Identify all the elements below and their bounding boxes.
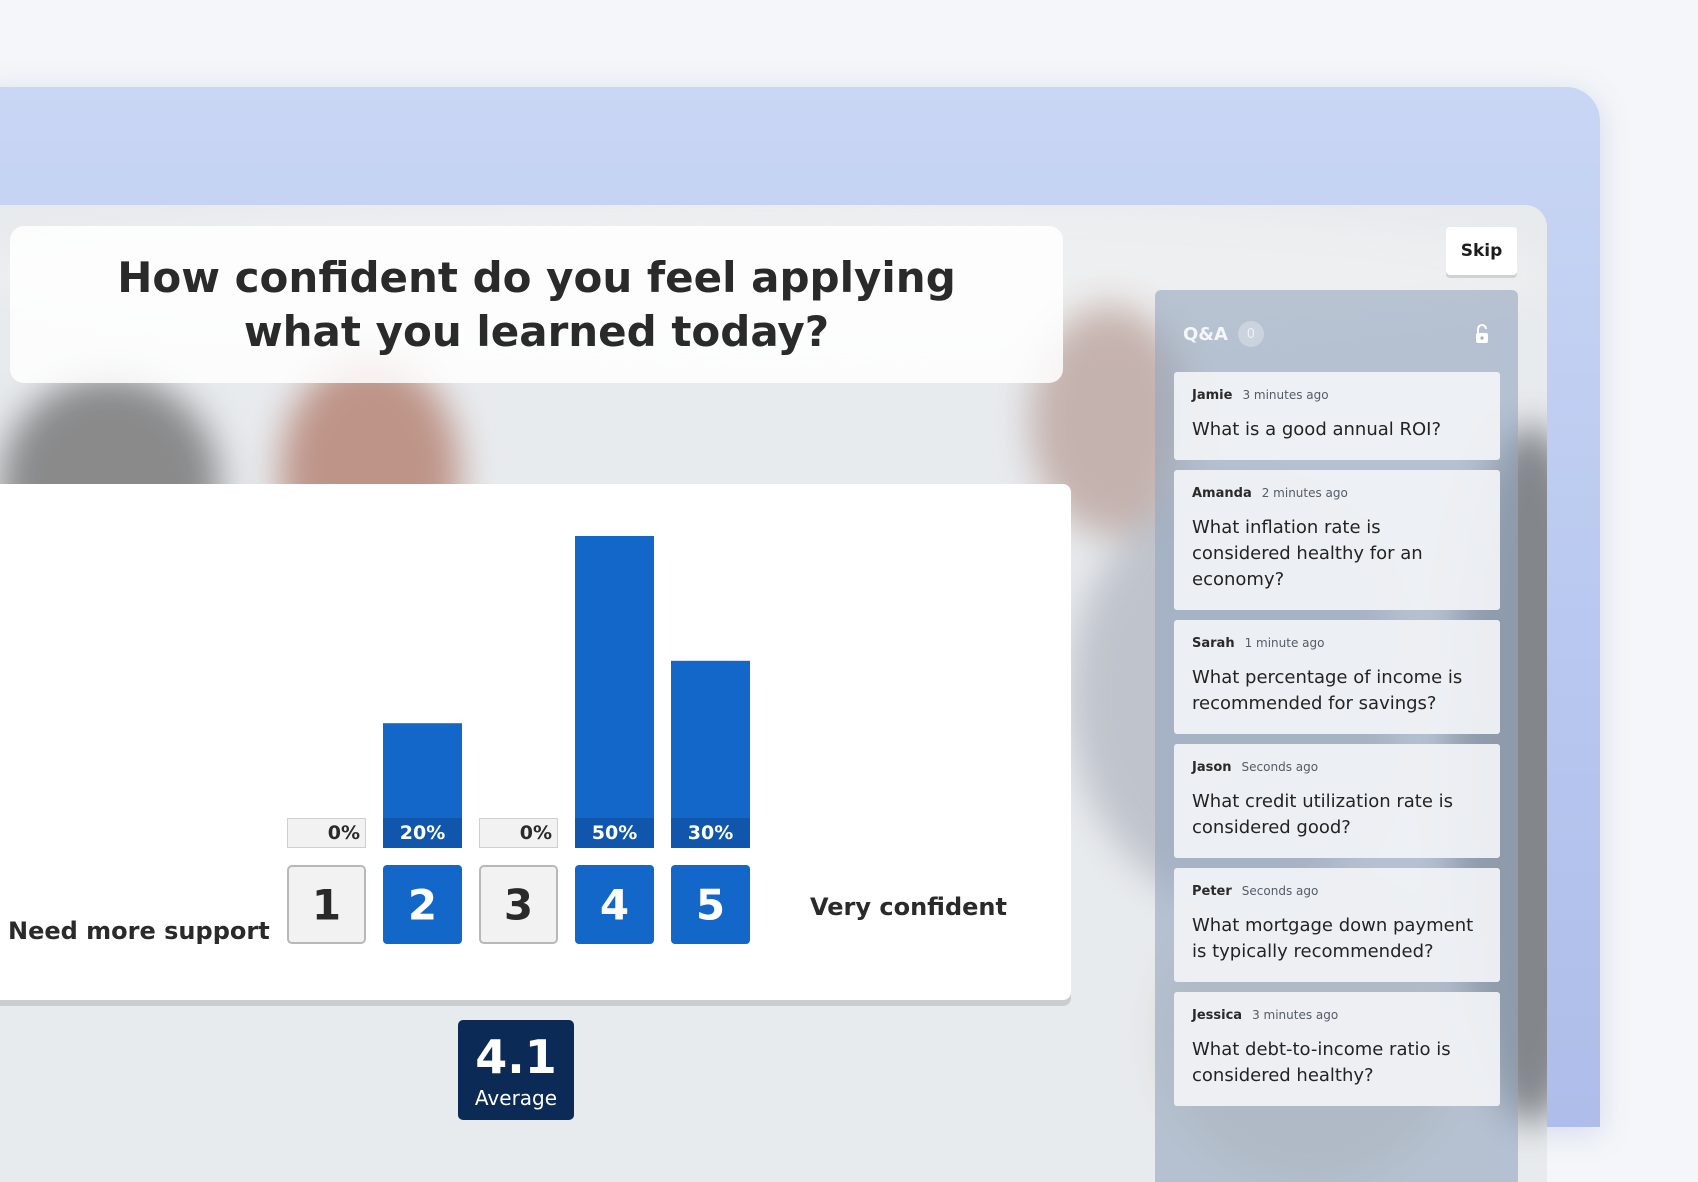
qa-item-time: 3 minutes ago — [1252, 1008, 1339, 1022]
bar-value-label-3: 0% — [520, 822, 552, 844]
qa-list: Jamie 3 minutes ago What is a good annual … — [1174, 372, 1500, 1116]
qa-title: Q&A — [1183, 323, 1228, 345]
qa-item-question: What mortgage down payment is typically … — [1192, 915, 1474, 962]
qa-item[interactable]: Jason Seconds ago What credit utilization … — [1174, 744, 1500, 858]
qa-item-question: What percentage of income is recommended… — [1192, 667, 1463, 714]
qa-item-time: Seconds ago — [1241, 760, 1319, 774]
qa-item-meta: Jason Seconds ago — [1192, 760, 1482, 775]
scale-low-label: Need more support — [8, 917, 270, 945]
qa-item-meta: Amanda 2 minutes ago — [1192, 486, 1482, 501]
qa-item-question: What is a good annual ROI? — [1192, 419, 1442, 440]
qa-item[interactable]: Sarah 1 minute ago What percentage of inco… — [1174, 620, 1500, 734]
bar-value-label-4: 50% — [592, 822, 637, 844]
qa-item-meta: Jessica 3 minutes ago — [1192, 1008, 1482, 1023]
qa-item-meta: Sarah 1 minute ago — [1192, 636, 1482, 651]
qa-item-question: What inflation rate is considered health… — [1192, 517, 1423, 590]
question-card: How confident do you feel applying what … — [10, 226, 1063, 383]
scale-option-label-1: 1 — [312, 881, 341, 930]
average-value: 4.1 — [475, 1030, 557, 1084]
qa-item[interactable]: Jamie 3 minutes ago What is a good annual … — [1174, 372, 1500, 460]
scale-option-label-4: 4 — [600, 881, 629, 930]
scale-option-label-2: 2 — [408, 881, 437, 930]
qa-item-time: 1 minute ago — [1244, 636, 1325, 650]
qa-item-time: Seconds ago — [1241, 884, 1319, 898]
qa-item-question: What debt-to-income ratio is considered … — [1192, 1039, 1451, 1086]
qa-item-author: Sarah — [1192, 636, 1235, 651]
bar-value-label-5: 30% — [688, 822, 733, 844]
average-label: Average — [474, 1086, 558, 1110]
skip-button[interactable]: Skip — [1446, 227, 1517, 275]
qa-item-time: 2 minutes ago — [1261, 486, 1348, 500]
qa-item-question: What credit utilization rate is consider… — [1192, 791, 1454, 838]
presentation-screen: How confident do you feel applying what … — [0, 205, 1547, 1182]
qa-item-author: Amanda — [1192, 486, 1252, 501]
qa-item-author: Jessica — [1192, 1008, 1243, 1023]
average-badge: 4.1 Average — [458, 1020, 574, 1120]
qa-item[interactable]: Jessica 3 minutes ago What debt-to-income … — [1174, 992, 1500, 1106]
qa-item[interactable]: Amanda 2 minutes ago What inflation rate i… — [1174, 470, 1500, 610]
question-title: How confident do you feel applying what … — [117, 252, 956, 356]
qa-item-meta: Peter Seconds ago — [1192, 884, 1482, 899]
qa-item[interactable]: Peter Seconds ago What mortgage down payme… — [1174, 868, 1500, 982]
scale-option-label-5: 5 — [696, 881, 725, 930]
bar-value-label-2: 20% — [400, 822, 445, 844]
qa-item-author: Jamie — [1192, 388, 1233, 403]
rating-chart-card: 0% 1 20% 2 0% 3 50% 4 30% 5 Need more support Ver… — [0, 484, 1071, 1000]
qa-item-meta: Jamie 3 minutes ago — [1192, 388, 1482, 403]
qa-item-time: 3 minutes ago — [1242, 388, 1329, 402]
qa-panel: Q&A 0 Jamie 3 minutes ago What is a good a… — [1155, 290, 1518, 1182]
scale-option-label-3: 3 — [504, 881, 533, 930]
device-frame: How confident do you feel applying what … — [0, 87, 1600, 1182]
unlocked-padlock-icon[interactable] — [1472, 323, 1492, 345]
bar-value-label-1: 0% — [328, 822, 360, 844]
qa-header: Q&A 0 — [1183, 321, 1264, 347]
qa-count-badge: 0 — [1237, 321, 1264, 347]
qa-item-author: Peter — [1192, 884, 1232, 899]
bar-4 — [575, 536, 654, 848]
qa-item-author: Jason — [1192, 760, 1232, 775]
scale-high-label: Very confident — [810, 893, 1007, 921]
